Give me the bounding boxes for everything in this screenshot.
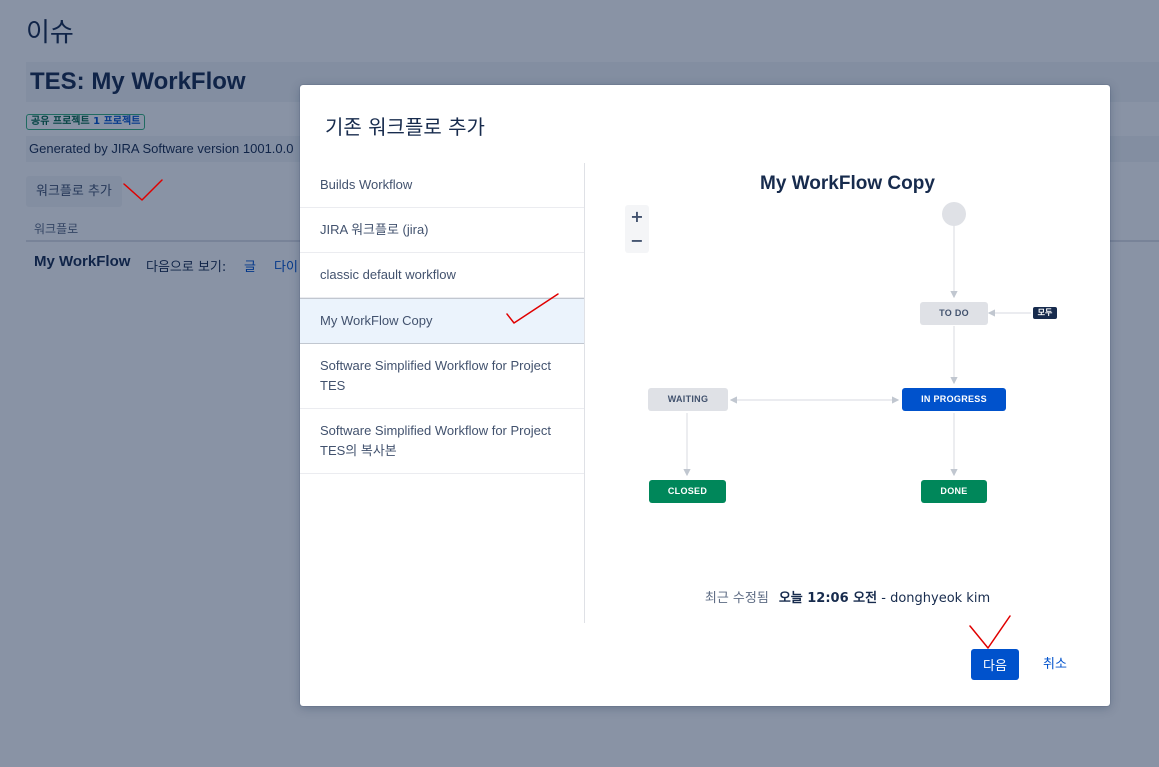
workflow-list: Builds Workflow JIRA 워크플로 (jira) classic… [300,163,585,623]
status-in-progress[interactable]: IN PROGRESS [902,388,1006,411]
last-modified-label: 최근 수정됨 [704,591,769,606]
zoom-in-button[interactable]: + [625,205,649,229]
last-modified-info: 최근 수정됨 오늘 12:06 오전 - donghyeok kim [585,587,1110,606]
workflow-list-item[interactable]: Software Simplified Workflow for Project… [300,409,584,474]
next-button[interactable]: 다음 [971,649,1019,680]
initial-state-circle [942,202,966,226]
workflow-list-item[interactable]: Builds Workflow [300,163,584,208]
workflow-list-item-selected[interactable]: My WorkFlow Copy [300,298,584,344]
workflow-item-label: My WorkFlow Copy [320,313,433,328]
last-modified-separator: - [877,591,891,606]
status-waiting[interactable]: WAITING [648,388,728,411]
status-done[interactable]: DONE [921,480,987,503]
zoom-controls: + − [625,205,649,253]
workflow-list-item[interactable]: Software Simplified Workflow for Project… [300,344,584,409]
add-existing-workflow-dialog: 기존 워크플로 추가 Builds Workflow JIRA 워크플로 (ji… [300,85,1110,706]
workflow-item-label: Software Simplified Workflow for Project… [320,423,551,458]
workflow-list-item[interactable]: JIRA 워크플로 (jira) [300,208,584,253]
last-modified-time: 오늘 12:06 오전 [778,591,878,606]
zoom-out-button[interactable]: − [625,229,649,253]
dialog-title: 기존 워크플로 추가 [325,115,485,139]
status-closed[interactable]: CLOSED [649,480,726,503]
workflow-item-label: classic default workflow [320,267,456,282]
preview-title: My WorkFlow Copy [760,173,935,194]
workflow-item-label: Software Simplified Workflow for Project… [320,358,551,393]
all-transition-tag: 모두 [1033,307,1057,319]
workflow-preview: My WorkFlow Copy + − TO DO 모두 IN PROGRES… [585,163,1110,623]
last-modified-user: donghyeok kim [890,591,991,606]
cancel-link[interactable]: 취소 [1037,649,1073,680]
workflow-list-item[interactable]: classic default workflow [300,253,584,298]
workflow-item-label: JIRA 워크플로 (jira) [320,222,429,237]
status-todo[interactable]: TO DO [920,302,988,325]
workflow-item-label: Builds Workflow [320,177,413,192]
